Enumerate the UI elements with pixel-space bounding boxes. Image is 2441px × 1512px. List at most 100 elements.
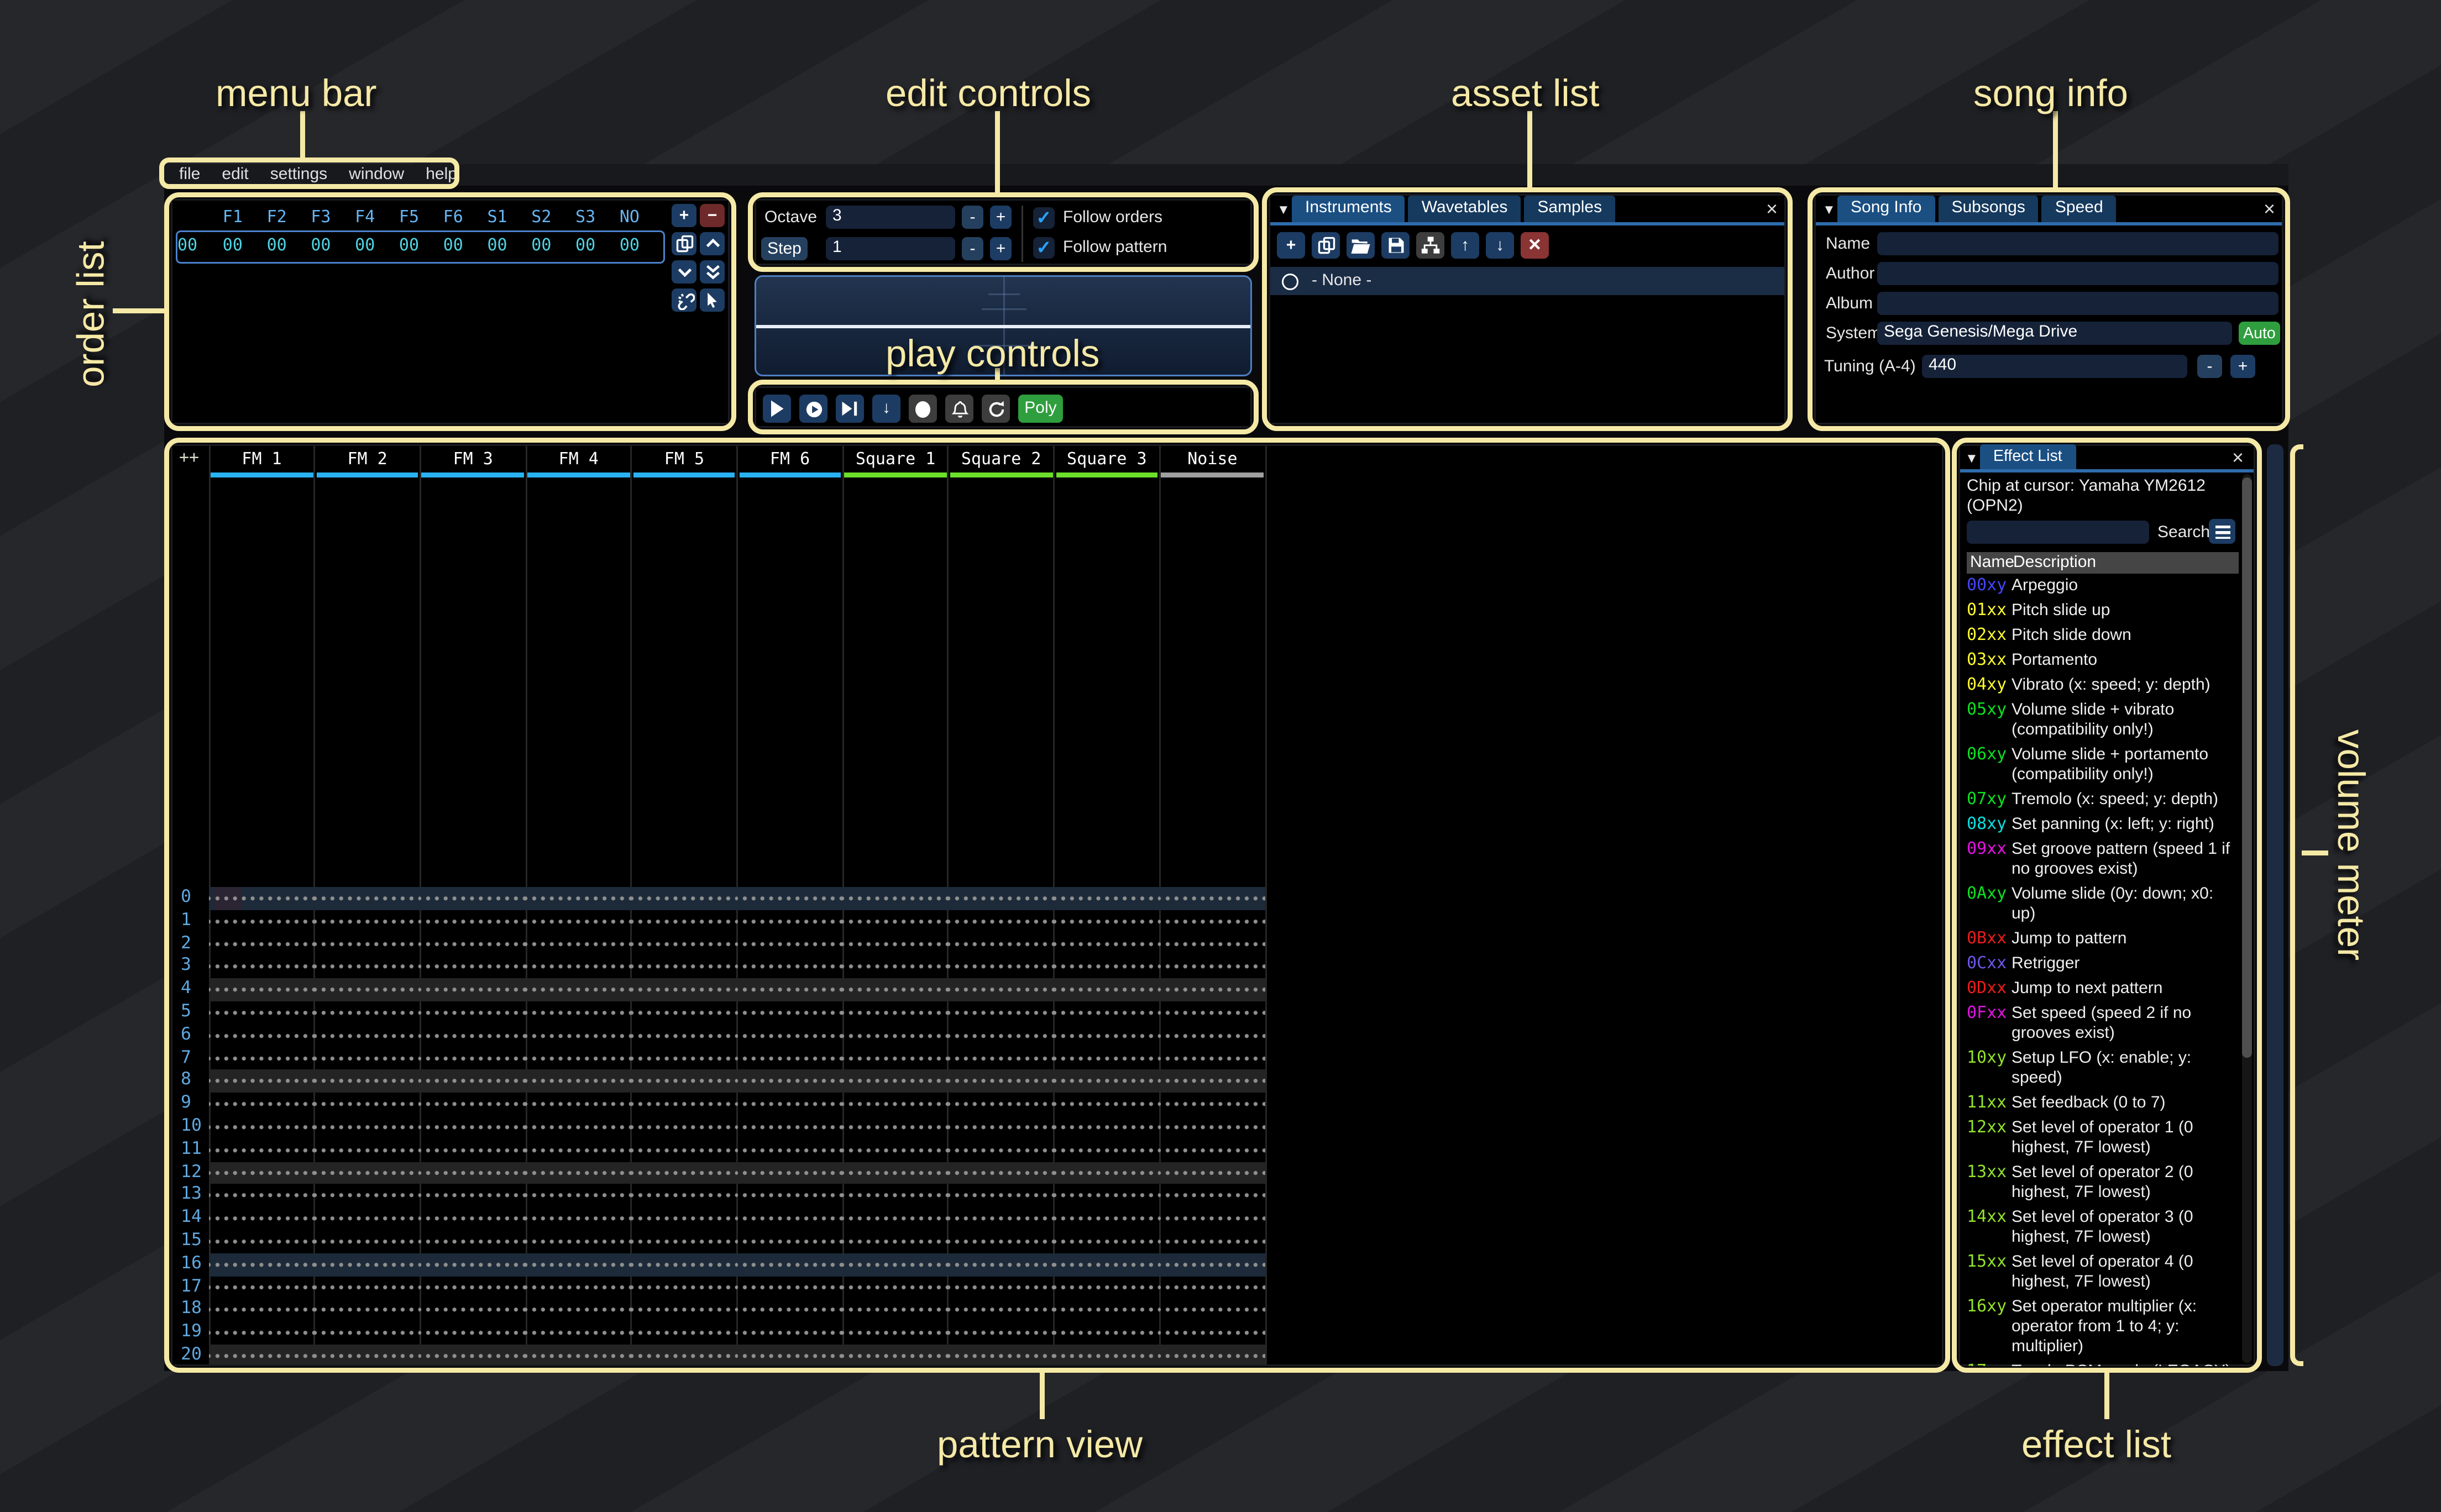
pattern-cell[interactable] <box>737 1116 842 1138</box>
system-auto-button[interactable]: Auto <box>2239 322 2280 345</box>
pattern-cell[interactable] <box>842 1276 948 1299</box>
octave-plus-button[interactable]: + <box>990 206 1012 229</box>
pattern-cell[interactable] <box>948 979 1054 1001</box>
pattern-cell[interactable] <box>1160 1093 1265 1116</box>
asset-add-button[interactable]: + <box>1277 232 1305 259</box>
pattern-cell[interactable] <box>1054 910 1160 932</box>
pattern-cell[interactable] <box>1054 1116 1160 1138</box>
pattern-cell[interactable] <box>315 1047 420 1070</box>
pattern-cell[interactable] <box>420 1001 526 1024</box>
asset-save-button[interactable] <box>1381 232 1410 259</box>
channel-header-square-3[interactable]: Square 3 <box>1054 451 1160 469</box>
pattern-cell[interactable] <box>1160 910 1265 932</box>
step-plus-button[interactable]: + <box>990 237 1012 260</box>
pattern-cell[interactable] <box>1160 1070 1265 1093</box>
tuning-minus-button[interactable]: - <box>2197 355 2222 378</box>
collapse-arrow-icon[interactable]: ▼ <box>1822 202 1836 217</box>
pattern-cell[interactable] <box>1160 1322 1265 1345</box>
step-minus-button[interactable]: - <box>962 237 983 260</box>
order-cell[interactable]: 00 <box>431 237 475 255</box>
pattern-cell[interactable] <box>420 1230 526 1253</box>
pattern-cell[interactable] <box>631 1345 737 1366</box>
pattern-cell[interactable] <box>420 887 526 910</box>
order-cell[interactable]: 00 <box>519 237 563 255</box>
pattern-cell[interactable] <box>526 956 631 978</box>
pattern-cell[interactable] <box>526 1047 631 1070</box>
pattern-cell[interactable] <box>1054 1093 1160 1116</box>
order-remove-button[interactable]: − <box>700 204 725 227</box>
pattern-cell[interactable] <box>631 910 737 932</box>
pattern-cell[interactable] <box>631 979 737 1001</box>
pattern-cell[interactable] <box>420 1070 526 1093</box>
pattern-cell[interactable] <box>420 1138 526 1161</box>
pattern-cell[interactable] <box>948 887 1054 910</box>
tab-wavetables[interactable]: Wavetables <box>1408 196 1521 222</box>
pattern-cell[interactable] <box>315 1184 420 1207</box>
pattern-cell[interactable] <box>526 1230 631 1253</box>
order-duplicate-to-end-button[interactable] <box>700 260 725 284</box>
pattern-cell[interactable] <box>842 910 948 932</box>
pattern-cell[interactable] <box>1054 1253 1160 1275</box>
pattern-cell[interactable] <box>209 1299 315 1321</box>
pattern-cell[interactable] <box>1160 1345 1265 1366</box>
pattern-cell[interactable] <box>1160 1230 1265 1253</box>
pattern-cell[interactable] <box>526 933 631 956</box>
pattern-cell[interactable] <box>526 1184 631 1207</box>
pattern-cell[interactable] <box>315 979 420 1001</box>
menu-edit[interactable]: edit <box>222 166 248 184</box>
pattern-cell[interactable] <box>842 1230 948 1253</box>
pattern-cell[interactable] <box>631 1253 737 1275</box>
channel-header-fm-1[interactable]: FM 1 <box>209 451 315 469</box>
pattern-cell[interactable] <box>737 1093 842 1116</box>
system-input[interactable]: Sega Genesis/Mega Drive <box>1877 322 2232 345</box>
asset-move-down-button[interactable]: ↓ <box>1486 232 1514 259</box>
pattern-cell[interactable] <box>842 1116 948 1138</box>
pattern-cell[interactable] <box>209 910 315 932</box>
pattern-cell[interactable] <box>209 1093 315 1116</box>
pattern-cell[interactable] <box>631 1322 737 1345</box>
pattern-cell[interactable] <box>209 1138 315 1161</box>
pattern-cell[interactable] <box>1054 1208 1160 1230</box>
pattern-cell[interactable] <box>315 956 420 978</box>
pattern-cell[interactable] <box>209 1322 315 1345</box>
pattern-cell[interactable] <box>209 1047 315 1070</box>
pattern-cell[interactable] <box>315 910 420 932</box>
pattern-cell[interactable] <box>209 933 315 956</box>
pattern-cell[interactable] <box>631 1138 737 1161</box>
pattern-cell[interactable] <box>209 1024 315 1047</box>
pattern-cell[interactable] <box>315 1070 420 1093</box>
pattern-cell[interactable] <box>948 1047 1054 1070</box>
pattern-cell[interactable] <box>842 1345 948 1366</box>
asset-toggle-folders-button[interactable] <box>1416 232 1444 259</box>
octave-input[interactable]: 3 <box>826 206 955 229</box>
order-deep-clone-button[interactable] <box>672 288 696 312</box>
step-input[interactable]: 1 <box>826 237 955 260</box>
pattern-cell[interactable] <box>948 1184 1054 1207</box>
pattern-cell[interactable] <box>1160 1184 1265 1207</box>
asset-close-icon[interactable]: × <box>1766 201 1778 217</box>
pattern-cell[interactable] <box>1054 1138 1160 1161</box>
tab-subsongs[interactable]: Subsongs <box>1938 196 2038 222</box>
order-edit-mode-button[interactable] <box>700 288 725 312</box>
pattern-cell[interactable] <box>1160 956 1265 978</box>
effect-scrollbar-thumb[interactable] <box>2242 477 2252 1058</box>
tuning-plus-button[interactable]: + <box>2230 355 2255 378</box>
order-row[interactable]: 0000000000000000000000 <box>177 237 652 255</box>
pattern-cell[interactable] <box>315 887 420 910</box>
pattern-cursor-cell[interactable] <box>209 887 315 910</box>
asset-move-up-button[interactable]: ↑ <box>1451 232 1479 259</box>
pattern-cell[interactable] <box>209 1116 315 1138</box>
pattern-cell[interactable] <box>737 979 842 1001</box>
pattern-cell[interactable] <box>631 1047 737 1070</box>
pattern-cell[interactable] <box>631 956 737 978</box>
pattern-cell[interactable] <box>631 1093 737 1116</box>
pattern-cell[interactable] <box>420 1116 526 1138</box>
pattern-cell[interactable] <box>526 1001 631 1024</box>
pattern-cell[interactable] <box>526 1070 631 1093</box>
collapse-arrow-icon[interactable]: ▼ <box>1965 451 1978 466</box>
pattern-cell[interactable] <box>1160 979 1265 1001</box>
pattern-cell[interactable] <box>315 1093 420 1116</box>
pattern-cell[interactable] <box>948 956 1054 978</box>
channel-header-fm-6[interactable]: FM 6 <box>737 451 843 469</box>
order-add-button[interactable]: + <box>672 204 696 227</box>
